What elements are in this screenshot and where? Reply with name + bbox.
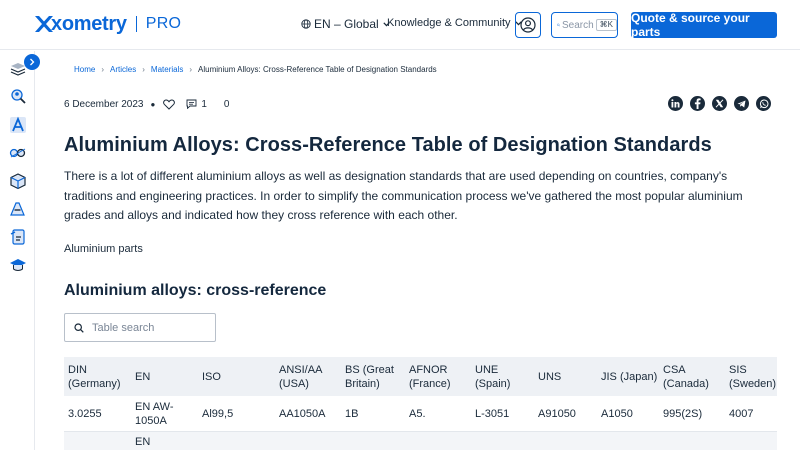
- search-placeholder: Search: [561, 19, 594, 31]
- user-icon: [520, 17, 536, 33]
- language-label: EN – Global: [314, 17, 379, 31]
- table-cell: AA1050A: [279, 407, 326, 420]
- table-cell: [64, 432, 131, 450]
- meta-dot: ●: [150, 99, 156, 109]
- table-search-placeholder: Table search: [92, 321, 155, 334]
- breadcrumb-separator-icon: ›: [101, 65, 105, 74]
- table-row: 3.0255 EN AW-1050A Al99,5 AA1050A 1B A5.…: [64, 396, 777, 432]
- logo-word: xometry: [51, 13, 127, 35]
- account-button[interactable]: [515, 12, 541, 38]
- chevron-right-icon: [30, 58, 35, 66]
- table-header-cell[interactable]: SIS (Sweden): [725, 357, 777, 396]
- xometry-x-icon: [35, 16, 53, 32]
- search-person-icon[interactable]: [9, 88, 27, 106]
- graduation-cap-icon[interactable]: [9, 256, 27, 274]
- whatsapp-icon[interactable]: [756, 96, 771, 111]
- table-header-cell[interactable]: BS (Great Britain): [341, 357, 405, 396]
- comments-number: 1: [201, 98, 207, 110]
- sidebar-expand-button[interactable]: [24, 54, 40, 70]
- table-cell: 3.0255: [68, 407, 102, 420]
- quote-button[interactable]: Quote & source your parts: [631, 11, 777, 39]
- table-header-cell[interactable]: AFNOR (France): [405, 357, 471, 396]
- table-row: EN: [64, 432, 777, 450]
- table-cell: 4007: [729, 407, 754, 420]
- breadcrumb-materials[interactable]: Materials: [151, 65, 183, 74]
- logo-divider: [135, 16, 137, 32]
- knowledge-label: Knowledge & Community: [387, 17, 511, 29]
- page-title: Aluminium Alloys: Cross-Reference Table …: [64, 134, 712, 156]
- search-icon: [557, 23, 560, 27]
- table-cell: L-3051: [475, 407, 510, 420]
- xometry-logo[interactable]: xometry PRO: [33, 13, 181, 35]
- article-date: 6 December 2023: [64, 98, 144, 110]
- top-header: xometry PRO EN – Global Knowledge & Comm…: [0, 0, 800, 50]
- breadcrumb-home[interactable]: Home: [74, 65, 95, 74]
- knowledge-menu[interactable]: Knowledge & Community: [387, 17, 522, 29]
- table-cell: 995(2S): [663, 407, 703, 420]
- views-count: 0: [223, 98, 230, 110]
- heart-icon[interactable]: [163, 98, 176, 110]
- table-cell: EN AW-1050A: [135, 400, 174, 427]
- document-icon[interactable]: [9, 228, 27, 246]
- globe-icon: [301, 19, 311, 29]
- logo-tier: PRO: [145, 15, 182, 32]
- search-icon: [74, 322, 84, 333]
- breadcrumb-separator-icon: ›: [189, 65, 193, 74]
- breadcrumb-articles[interactable]: Articles: [110, 65, 136, 74]
- table-cell: EN: [135, 436, 151, 448]
- image-caption: Aluminium parts: [64, 243, 143, 255]
- breadcrumb: Home › Articles › Materials › Aluminium …: [74, 65, 437, 74]
- materials-icon[interactable]: [9, 200, 27, 218]
- table-cell: Al99,5: [202, 407, 234, 420]
- table-header-row: DIN (Germany) EN ISO ANSI/AA (USA) BS (G…: [64, 357, 777, 396]
- table-header-cell[interactable]: UNE (Spain): [471, 357, 534, 396]
- pipes-icon[interactable]: [9, 144, 27, 162]
- search-shortcut: ⌘K: [595, 19, 617, 31]
- breadcrumb-separator-icon: ›: [142, 65, 145, 74]
- comments-count[interactable]: 1: [186, 99, 207, 110]
- telegram-icon[interactable]: [734, 96, 749, 111]
- table-search-input[interactable]: Table search: [64, 313, 216, 342]
- table-cell: A5.: [409, 407, 426, 420]
- table-header-cell[interactable]: JIS (Japan): [597, 357, 659, 396]
- table-header-cell[interactable]: UNS: [534, 357, 597, 396]
- table-header-cell[interactable]: DIN (Germany): [64, 357, 131, 396]
- table-cell: A1050: [601, 407, 633, 420]
- header-search-button[interactable]: Search ⌘K: [551, 12, 618, 38]
- linkedin-icon[interactable]: [668, 96, 683, 111]
- table-header-cell[interactable]: EN: [131, 357, 198, 396]
- table-header-cell[interactable]: CSA (Canada): [659, 357, 725, 396]
- cross-reference-table: DIN (Germany) EN ISO ANSI/AA (USA) BS (G…: [64, 357, 777, 450]
- intro-paragraph: There is a lot of different aluminium al…: [64, 169, 743, 222]
- language-selector[interactable]: EN – Global: [301, 17, 393, 31]
- x-twitter-icon[interactable]: [712, 96, 727, 111]
- table-header-cell[interactable]: ANSI/AA (USA): [275, 357, 341, 396]
- breadcrumb-current: Aluminium Alloys: Cross-Reference Table …: [198, 65, 437, 74]
- section-title: Aluminium alloys: cross-reference: [64, 282, 327, 299]
- cube-icon[interactable]: [9, 172, 27, 190]
- article-meta: 6 December 2023 ● 1 0: [64, 97, 229, 111]
- category-sidebar: [0, 51, 40, 450]
- letter-a-icon[interactable]: [9, 116, 27, 134]
- table-header-cell[interactable]: ISO: [198, 357, 275, 396]
- comment-icon: [186, 99, 197, 109]
- facebook-icon[interactable]: [690, 96, 705, 111]
- table-cell: 1B: [345, 407, 359, 420]
- table-cell: A91050: [538, 407, 576, 420]
